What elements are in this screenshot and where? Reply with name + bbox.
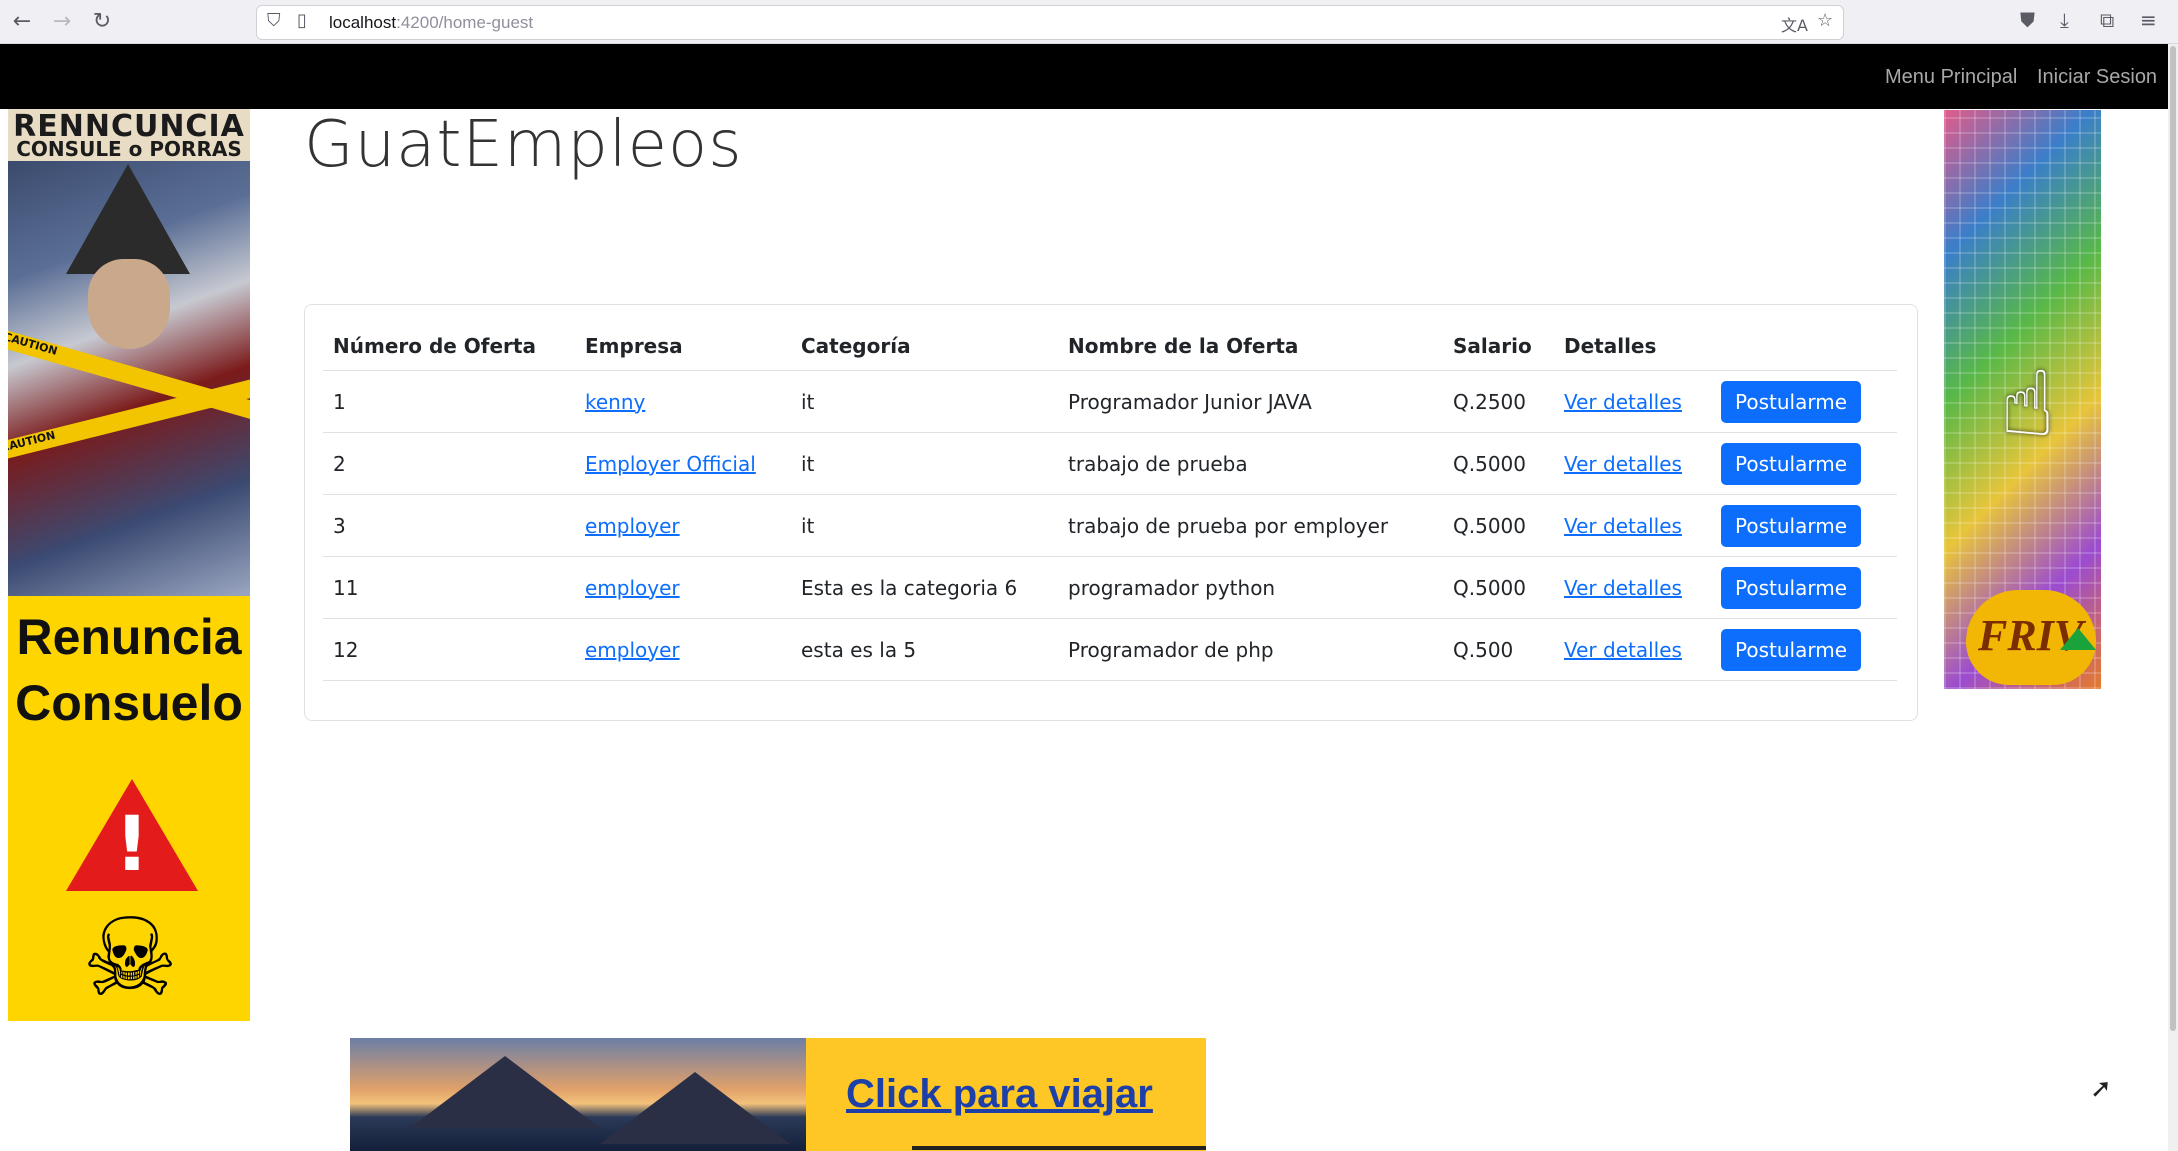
nav-link-menu-principal[interactable]: Menu Principal bbox=[1885, 66, 2017, 89]
bottom-ad-image bbox=[350, 1038, 806, 1151]
witch-hat-shape bbox=[66, 164, 190, 274]
cell-numero: 2 bbox=[323, 432, 575, 495]
page-title: GuatEmpleos bbox=[304, 108, 743, 182]
cell-salario: Q.5000 bbox=[1443, 432, 1554, 495]
cell-numero: 1 bbox=[323, 370, 575, 433]
app-navbar: Menu Principal Iniciar Sesion bbox=[0, 44, 2178, 109]
ver-detalles-link[interactable]: Ver detalles bbox=[1564, 638, 1682, 662]
cell-nombre: trabajo de prueba por employer bbox=[1058, 494, 1443, 557]
download-icon[interactable]: ⤓ bbox=[2060, 8, 2069, 32]
right-ad-banner[interactable]: ☝ FRIV bbox=[1944, 110, 2101, 689]
bottom-ad-text[interactable]: Click para viajar bbox=[846, 1072, 1153, 1117]
cell-salario: Q.5000 bbox=[1443, 494, 1554, 557]
volcano-shape bbox=[410, 1056, 600, 1128]
empresa-link[interactable]: employer bbox=[585, 514, 680, 538]
caution-tape: CAUTION bbox=[8, 376, 250, 460]
page-icon: ▯ bbox=[297, 10, 307, 31]
exclamation-icon: ! bbox=[114, 799, 150, 888]
pocket-icon[interactable]: ⛊ bbox=[2020, 8, 2035, 32]
cell-nombre: Programador de php bbox=[1058, 618, 1443, 681]
postularme-button[interactable]: Postularme bbox=[1721, 442, 1861, 485]
witch-face-shape bbox=[88, 259, 170, 349]
empresa-link[interactable]: employer bbox=[585, 638, 680, 662]
back-icon[interactable]: ← bbox=[8, 8, 36, 36]
header-categoria: Categoría bbox=[791, 321, 1058, 371]
up-arrow-icon bbox=[2060, 628, 2096, 650]
translate-icon[interactable]: 文A bbox=[1781, 12, 1808, 36]
header-actions bbox=[1711, 321, 1897, 371]
bottom-ad-banner[interactable]: Click para viajar bbox=[350, 1038, 1206, 1151]
shield-icon[interactable]: ⛉ bbox=[267, 10, 281, 31]
bottom-ad-divider bbox=[912, 1146, 1206, 1150]
ver-detalles-link[interactable]: Ver detalles bbox=[1564, 514, 1682, 538]
nav-link-iniciar-sesion[interactable]: Iniciar Sesion bbox=[2037, 66, 2157, 89]
ver-detalles-link[interactable]: Ver detalles bbox=[1564, 576, 1682, 600]
left-ad-subheadline: CONSULE o PORRAS bbox=[8, 137, 250, 161]
left-ad-text: Renuncia Consuelo bbox=[8, 604, 250, 736]
browser-toolbar: ← → ↻ ⛉ ▯ localhost:4200/home-guest ☆ 文A… bbox=[0, 0, 2178, 44]
table-row: 12 employer esta es la 5 Programador de … bbox=[323, 618, 1897, 681]
cell-categoria: it bbox=[791, 370, 1058, 433]
cell-nombre: Programador Junior JAVA bbox=[1058, 370, 1443, 433]
header-detalles: Detalles bbox=[1554, 321, 1711, 371]
postularme-button[interactable]: Postularme bbox=[1721, 504, 1861, 547]
left-ad-text-line: Renuncia bbox=[16, 609, 242, 665]
cell-numero: 12 bbox=[323, 618, 575, 681]
cell-nombre: programador python bbox=[1058, 556, 1443, 619]
offers-card: Número de Oferta Empresa Categoría Nombr… bbox=[304, 304, 1918, 721]
offers-table: Número de Oferta Empresa Categoría Nombr… bbox=[323, 321, 1897, 681]
url-text[interactable]: localhost:4200/home-guest bbox=[329, 13, 533, 33]
header-empresa: Empresa bbox=[575, 321, 791, 371]
cell-categoria: esta es la 5 bbox=[791, 618, 1058, 681]
pointing-hand-icon: ☝ bbox=[2000, 352, 2055, 457]
cell-salario: Q.2500 bbox=[1443, 370, 1554, 433]
url-bar[interactable]: ⛉ ▯ localhost:4200/home-guest ☆ 文A bbox=[256, 5, 1844, 40]
cell-nombre: trabajo de prueba bbox=[1058, 432, 1443, 495]
left-ad-banner[interactable]: RENNCUNCIA CONSULE o PORRAS CAUTION CAUT… bbox=[8, 109, 250, 1021]
table-row: 1 kenny it Programador Junior JAVA Q.250… bbox=[323, 370, 1897, 433]
left-ad-text-line: Consuelo bbox=[15, 675, 243, 731]
cell-salario: Q.5000 bbox=[1443, 556, 1554, 619]
mouse-cursor-icon: ➚ bbox=[2090, 1074, 2112, 1104]
postularme-button[interactable]: Postularme bbox=[1721, 380, 1861, 423]
ver-detalles-link[interactable]: Ver detalles bbox=[1564, 390, 1682, 414]
cell-salario: Q.500 bbox=[1443, 618, 1554, 681]
cell-numero: 11 bbox=[323, 556, 575, 619]
skull-crossbones-icon: ☠ bbox=[81, 896, 179, 1021]
menu-icon[interactable]: ≡ bbox=[2140, 8, 2157, 32]
ver-detalles-link[interactable]: Ver detalles bbox=[1564, 452, 1682, 476]
empresa-link[interactable]: employer bbox=[585, 576, 680, 600]
postularme-button[interactable]: Postularme bbox=[1721, 566, 1861, 609]
scrollbar-thumb[interactable] bbox=[2170, 46, 2176, 1031]
url-path: :4200/home-guest bbox=[396, 13, 534, 32]
cell-categoria: it bbox=[791, 432, 1058, 495]
volcano-shape bbox=[600, 1072, 790, 1144]
bookmark-star-icon[interactable]: ☆ bbox=[1817, 10, 1833, 31]
empresa-link[interactable]: kenny bbox=[585, 390, 645, 414]
header-salario: Salario bbox=[1443, 321, 1554, 371]
empresa-link[interactable]: Employer Official bbox=[585, 452, 756, 476]
cell-numero: 3 bbox=[323, 494, 575, 557]
cell-categoria: Esta es la categoria 6 bbox=[791, 556, 1058, 619]
header-nombre: Nombre de la Oferta bbox=[1058, 321, 1443, 371]
header-numero: Número de Oferta bbox=[323, 321, 575, 371]
table-row: 3 employer it trabajo de prueba por empl… bbox=[323, 494, 1897, 557]
forward-icon[interactable]: → bbox=[48, 8, 76, 36]
left-ad-image: RENNCUNCIA CONSULE o PORRAS CAUTION CAUT… bbox=[8, 109, 250, 596]
table-header-row: Número de Oferta Empresa Categoría Nombr… bbox=[323, 321, 1897, 371]
table-row: 11 employer Esta es la categoria 6 progr… bbox=[323, 556, 1897, 619]
table-row: 2 Employer Official it trabajo de prueba… bbox=[323, 432, 1897, 495]
url-host: localhost bbox=[329, 13, 397, 32]
cell-categoria: it bbox=[791, 494, 1058, 557]
reload-icon[interactable]: ↻ bbox=[88, 8, 116, 36]
postularme-button[interactable]: Postularme bbox=[1721, 628, 1861, 671]
extensions-icon[interactable]: ⧉ bbox=[2100, 8, 2114, 32]
